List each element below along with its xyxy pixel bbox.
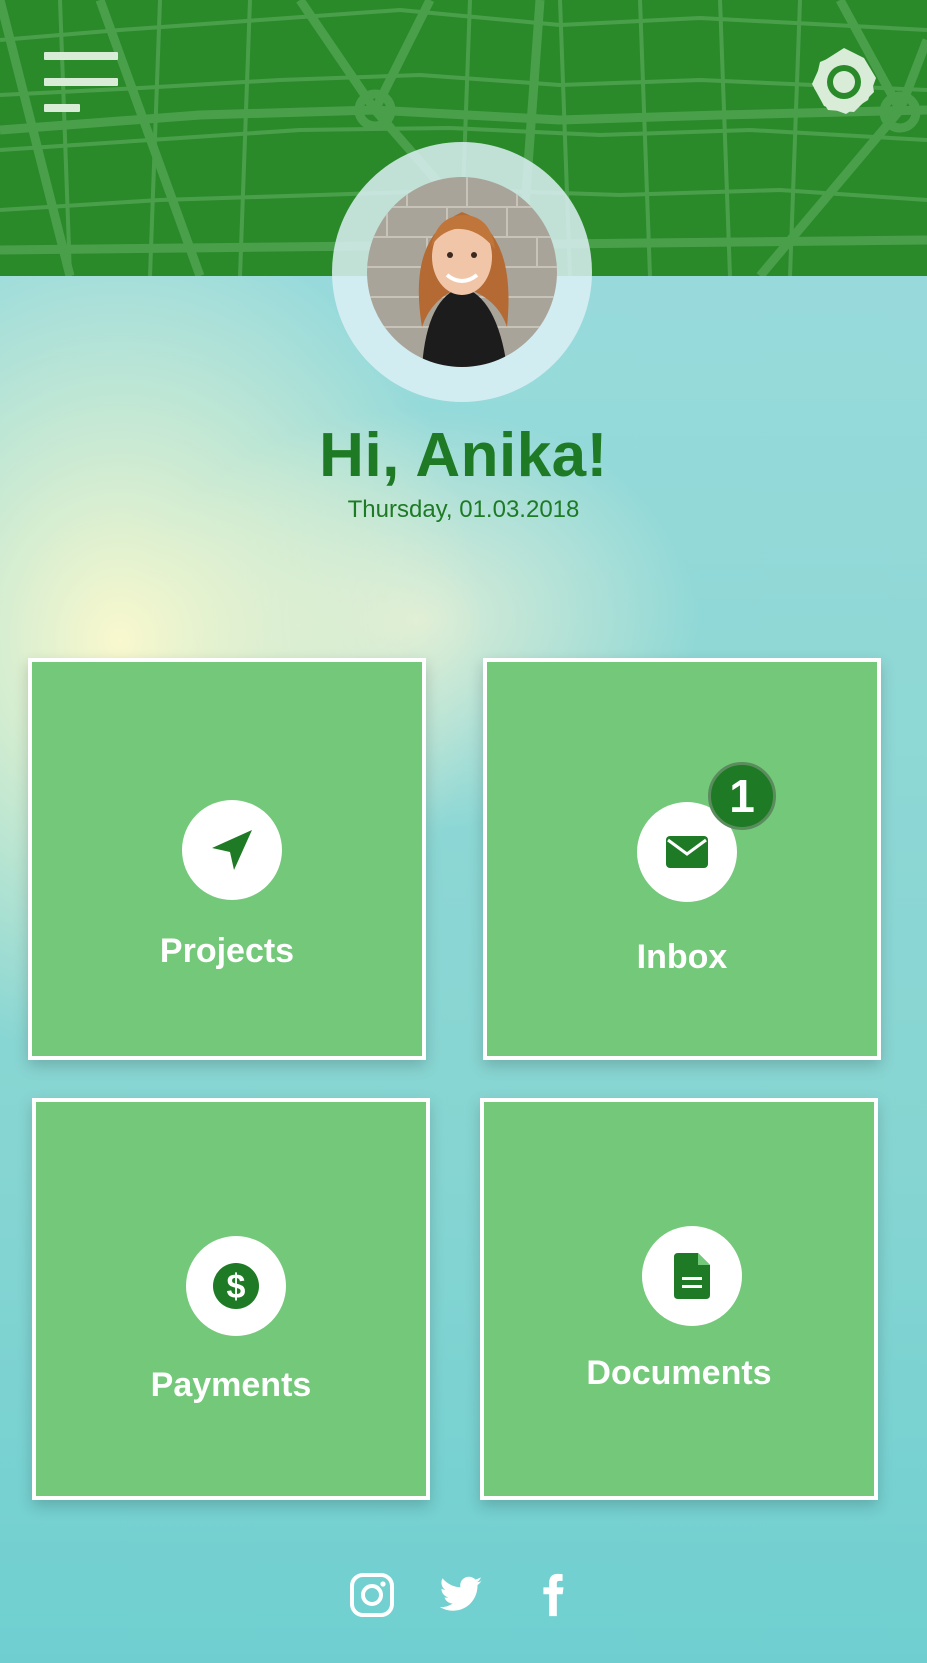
payments-tile[interactable]: $ Payments (32, 1098, 430, 1500)
inbox-tile[interactable]: 1 Inbox (483, 658, 881, 1060)
documents-label: Documents (586, 1354, 772, 1392)
facebook-icon[interactable] (530, 1572, 576, 1618)
navigation-arrow-icon (182, 800, 282, 900)
instagram-icon[interactable] (349, 1572, 395, 1618)
twitter-icon[interactable] (438, 1572, 484, 1618)
document-icon (642, 1226, 742, 1326)
brightness-icon[interactable] (806, 44, 882, 120)
greeting-heading: Hi, Anika! (319, 421, 608, 490)
avatar[interactable] (367, 177, 557, 367)
date-label: Thursday, 01.03.2018 (347, 496, 580, 523)
dollar-icon: $ (186, 1236, 286, 1336)
hamburger-menu-icon[interactable] (44, 52, 120, 114)
projects-label: Projects (159, 932, 295, 970)
payments-label: Payments (150, 1366, 312, 1404)
unread-count-badge: 1 (708, 762, 776, 830)
documents-tile[interactable]: Documents (480, 1098, 878, 1500)
inbox-label: Inbox (636, 938, 728, 976)
svg-text:$: $ (227, 1268, 246, 1306)
projects-tile[interactable]: Projects (28, 658, 426, 1060)
avatar-ring (332, 142, 592, 402)
